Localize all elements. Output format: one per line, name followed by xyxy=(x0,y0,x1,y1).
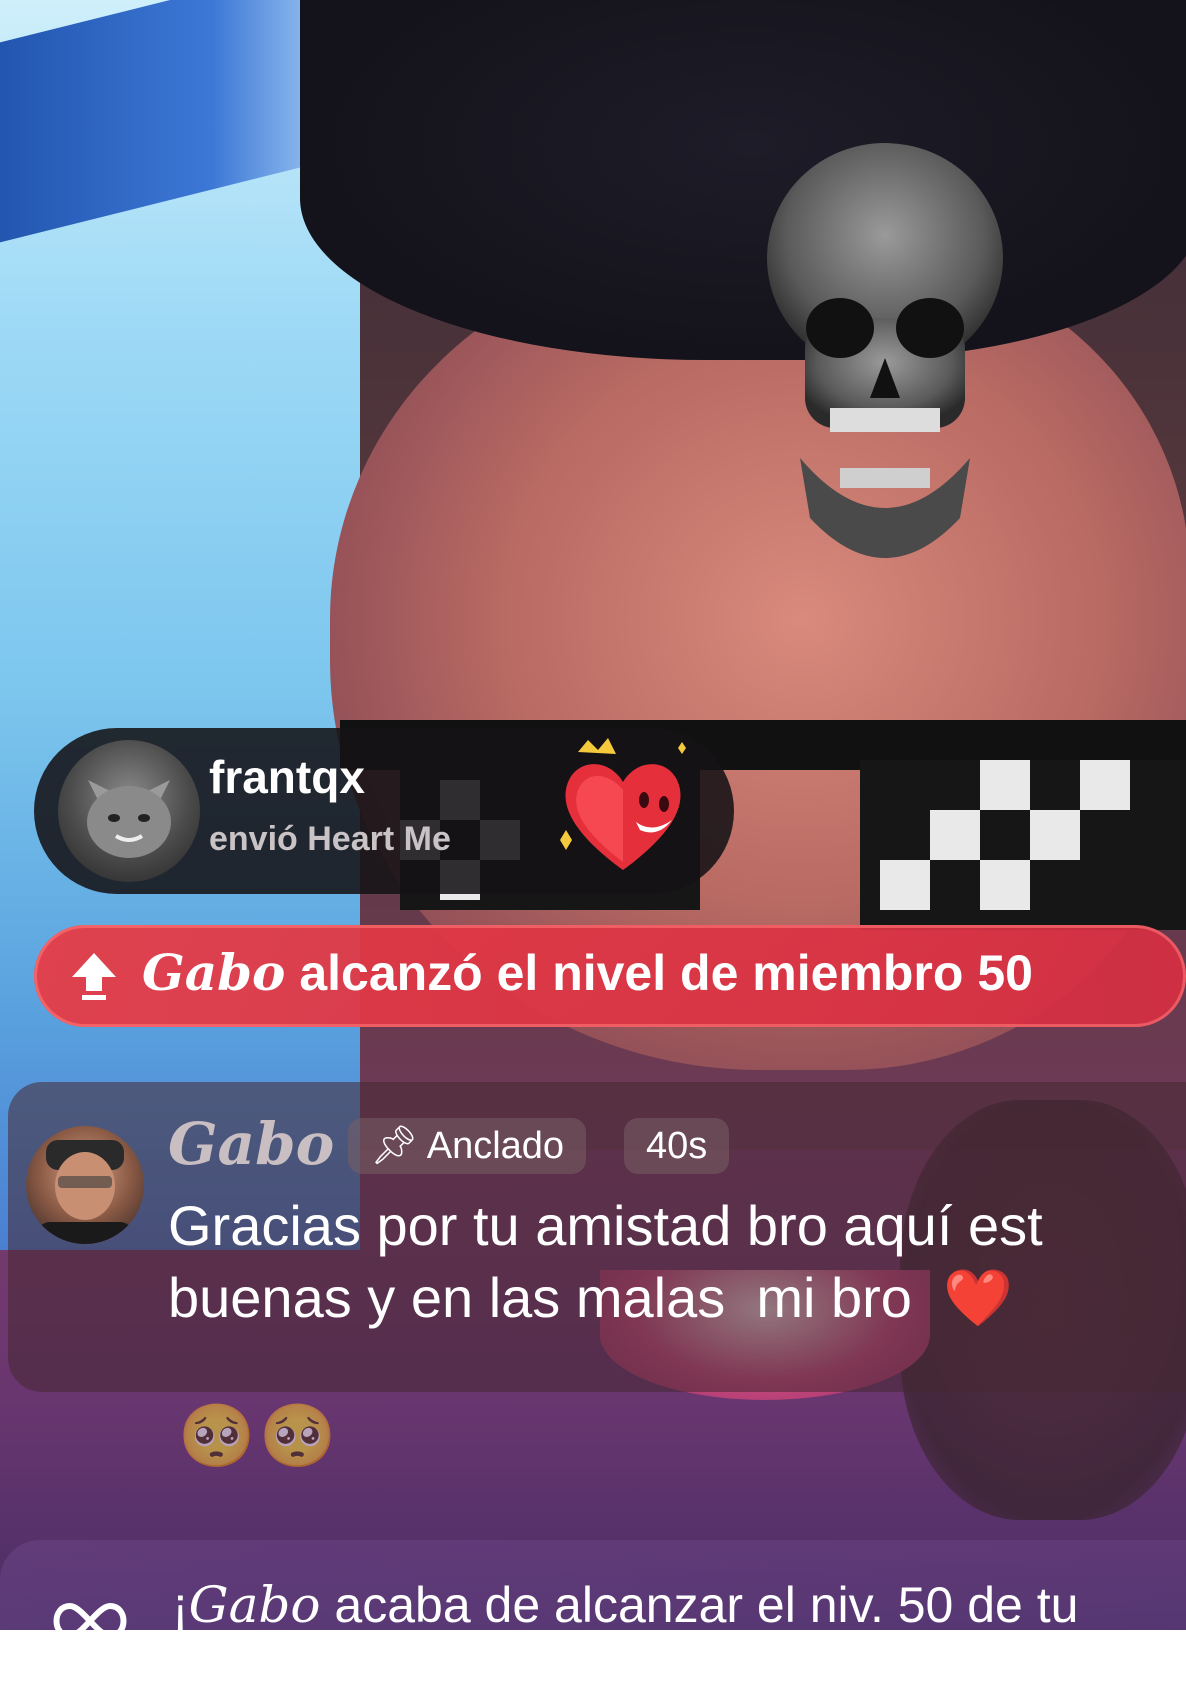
pinned-comment[interactable]: Gabo 📌︎ Anclado 40s Gracias por tu amist… xyxy=(8,1082,1186,1392)
pin-icon: 📌︎ xyxy=(370,1125,419,1167)
gift-sender-username[interactable]: frantqx xyxy=(209,750,365,804)
pinned-username[interactable]: Gabo xyxy=(168,1110,334,1178)
avatar[interactable] xyxy=(26,1126,144,1244)
level-username[interactable]: Gabo xyxy=(142,943,285,1002)
member-level-banner[interactable]: Gabo alcanzó el nivel de miembro 50 xyxy=(34,925,1186,1027)
pinned-badge: 📌︎ Anclado xyxy=(348,1118,587,1174)
system-message-username[interactable]: Gabo xyxy=(189,1576,321,1634)
system-message-text: ¡Gabo acaba de alcanzar el niv. 50 de tu xyxy=(172,1576,1078,1634)
level-banner-text: Gabo alcanzó el nivel de miembro 50 xyxy=(142,943,1033,1002)
gift-action-text: envió Heart Me xyxy=(209,820,451,858)
pinned-badge-label: Anclado xyxy=(426,1125,565,1167)
skull-effect-icon xyxy=(767,143,1003,558)
heart-me-gift-icon xyxy=(560,738,686,870)
heart-emoji-icon: ❤️ xyxy=(943,1266,1013,1329)
system-message-prefix: ¡ xyxy=(172,1577,189,1633)
arrow-up-icon xyxy=(72,953,116,1000)
cat-avatar-icon xyxy=(87,780,171,858)
system-message: ¡Gabo acaba de alcanzar el niv. 50 de tu xyxy=(0,1540,1186,1640)
reaction-emojis: 🥺🥺 xyxy=(178,1402,341,1471)
timestamp: 40s xyxy=(624,1118,730,1174)
pinned-text-line2: buenas y en las malas mi bro xyxy=(168,1266,944,1329)
infinity-icon xyxy=(53,1602,127,1640)
person-avatar-icon xyxy=(36,1140,134,1244)
avatar[interactable] xyxy=(58,740,200,882)
pinned-text-line1: Gracias por tu amistad bro aquí est xyxy=(168,1194,1043,1257)
level-message: alcanzó el nivel de miembro 50 xyxy=(285,945,1033,1001)
pinned-comment-text: Gracias por tu amistad bro aquí est buen… xyxy=(168,1190,1186,1340)
system-message-body: acaba de alcanzar el niv. 50 de tu xyxy=(320,1577,1079,1633)
background-hair xyxy=(300,0,1186,360)
